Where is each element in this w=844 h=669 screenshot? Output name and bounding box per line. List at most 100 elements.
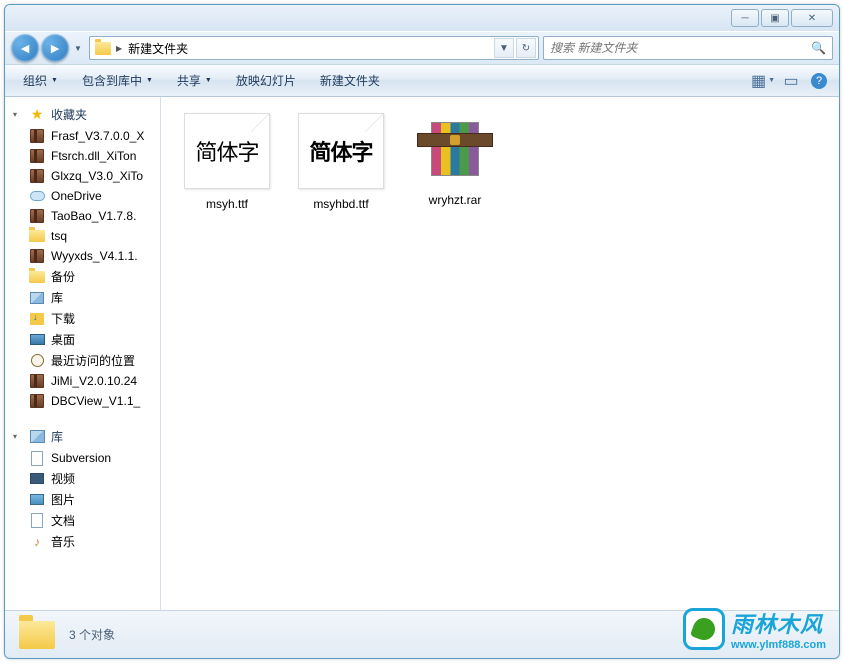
download-icon: [29, 311, 45, 327]
file-name: msyhbd.ttf: [313, 197, 368, 211]
watermark-title: 雨林木风: [731, 607, 826, 639]
file-item[interactable]: 简体字 msyh.ttf: [173, 109, 281, 215]
desktop-icon: [29, 332, 45, 348]
share-button[interactable]: 共享 ▼: [167, 68, 222, 93]
sidebar-item-label: 视频: [51, 470, 75, 487]
sidebar-item[interactable]: Glxzq_V3.0_XiTo: [5, 166, 160, 186]
sidebar-item[interactable]: 备份: [5, 266, 160, 287]
refresh-button[interactable]: ↻: [516, 38, 536, 58]
explorer-window: ─ ▣ ✕ ◄ ► ▼ ▶ 新建文件夹 ▼ ↻ 🔍 组织 ▼ 包含到库中▼ 共享 ▼…: [4, 4, 840, 659]
history-dropdown[interactable]: ▼: [71, 39, 85, 57]
folder-icon: [29, 269, 45, 285]
chevron-down-icon: ▼: [146, 77, 153, 84]
sidebar-item-label: 音乐: [51, 533, 75, 550]
organize-button[interactable]: 组织 ▼: [13, 68, 68, 93]
favorites-header[interactable]: ▾ ★ 收藏夹: [5, 103, 160, 126]
sidebar-item-label: 备份: [51, 268, 75, 285]
favorites-label: 收藏夹: [51, 106, 87, 123]
sidebar-item[interactable]: tsq: [5, 226, 160, 246]
view-mode-button[interactable]: ▦▼: [751, 69, 775, 93]
libraries-label: 库: [51, 428, 63, 445]
explorer-body: ▾ ★ 收藏夹 Frasf_V3.7.0.0_X Ftsrch.dll_XiTon…: [5, 97, 839, 610]
status-text: 3 个对象: [69, 626, 115, 643]
file-view[interactable]: 简体字 msyh.ttf 简体字 msyhbd.ttf wryhzt.rar: [161, 97, 839, 610]
titlebar: ─ ▣ ✕: [5, 5, 839, 31]
help-icon: ?: [811, 73, 827, 89]
address-bar[interactable]: ▶ 新建文件夹 ▼ ↻: [89, 36, 539, 60]
search-input[interactable]: [550, 41, 811, 55]
sidebar-item[interactable]: 下载: [5, 308, 160, 329]
chevron-down-icon: ▼: [768, 77, 775, 84]
rar-icon: [29, 128, 45, 144]
file-name: msyh.ttf: [206, 197, 248, 211]
chevron-down-icon: ▼: [205, 77, 212, 84]
preview-pane-button[interactable]: ▭: [779, 69, 803, 93]
sidebar-item[interactable]: DBCView_V1.1_: [5, 391, 160, 411]
rar-icon: [29, 248, 45, 264]
expand-icon: ▾: [13, 110, 23, 119]
font-thumbnail: 简体字: [184, 113, 270, 189]
sidebar-item[interactable]: OneDrive: [5, 186, 160, 206]
organize-label: 组织: [23, 72, 47, 89]
folder-icon: [29, 228, 45, 244]
file-item[interactable]: 简体字 msyhbd.ttf: [287, 109, 395, 215]
sidebar-item-label: Frasf_V3.7.0.0_X: [51, 129, 144, 143]
minimize-button[interactable]: ─: [731, 9, 759, 27]
rar-icon: [29, 373, 45, 389]
sidebar-item[interactable]: JiMi_V2.0.10.24: [5, 371, 160, 391]
rar-icon: [29, 168, 45, 184]
newfolder-button[interactable]: 新建文件夹: [310, 68, 390, 93]
help-button[interactable]: ?: [807, 69, 831, 93]
font-thumbnail: 简体字: [298, 113, 384, 189]
watermark-url: www.ylmf888.com: [731, 639, 826, 651]
sidebar-item-label: 图片: [51, 491, 75, 508]
rar-icon: [29, 208, 45, 224]
watermark: 雨林木风 www.ylmf888.com: [683, 607, 826, 651]
address-dropdown[interactable]: ▼: [494, 38, 514, 58]
view-icon: ▦: [751, 71, 766, 91]
close-button[interactable]: ✕: [791, 9, 833, 27]
expand-icon: ▾: [13, 432, 23, 441]
sidebar-item-label: Subversion: [51, 451, 111, 465]
share-label: 共享: [177, 72, 201, 89]
sidebar-item[interactable]: TaoBao_V1.7.8.: [5, 206, 160, 226]
file-item[interactable]: wryhzt.rar: [401, 109, 509, 211]
sidebar-item[interactable]: 文档: [5, 510, 160, 531]
search-box[interactable]: 🔍: [543, 36, 833, 60]
sidebar-item[interactable]: Ftsrch.dll_XiTon: [5, 146, 160, 166]
back-button[interactable]: ◄: [11, 34, 39, 62]
sidebar-item-label: tsq: [51, 229, 67, 243]
sidebar-item-label: 文档: [51, 512, 75, 529]
breadcrumb-current[interactable]: 新建文件夹: [122, 40, 195, 57]
sidebar-item-label: Ftsrch.dll_XiTon: [51, 149, 136, 163]
sidebar-item[interactable]: 桌面: [5, 329, 160, 350]
watermark-logo: [683, 608, 725, 650]
sidebar-item-label: DBCView_V1.1_: [51, 394, 140, 408]
music-icon: ♪: [29, 534, 45, 550]
forward-button[interactable]: ►: [41, 34, 69, 62]
include-button[interactable]: 包含到库中▼: [72, 68, 163, 93]
lib-icon: [29, 290, 45, 306]
search-icon: 🔍: [811, 41, 826, 55]
sidebar-item[interactable]: 最近访问的位置: [5, 350, 160, 371]
chevron-down-icon: ▼: [51, 77, 58, 84]
libraries-header[interactable]: ▾ 库: [5, 425, 160, 448]
sidebar-item[interactable]: 库: [5, 287, 160, 308]
maximize-button[interactable]: ▣: [761, 9, 789, 27]
sidebar-item[interactable]: Subversion: [5, 448, 160, 468]
sidebar-item[interactable]: Frasf_V3.7.0.0_X: [5, 126, 160, 146]
sidebar-item[interactable]: Wyyxds_V4.1.1.: [5, 246, 160, 266]
sidebar-item-label: Glxzq_V3.0_XiTo: [51, 169, 143, 183]
sidebar-item[interactable]: 图片: [5, 489, 160, 510]
sidebar-item[interactable]: ♪ 音乐: [5, 531, 160, 552]
svn-icon: [29, 450, 45, 466]
slideshow-button[interactable]: 放映幻灯片: [226, 68, 306, 93]
sidebar-item-label: 最近访问的位置: [51, 352, 135, 369]
onedrive-icon: [29, 188, 45, 204]
sidebar-item[interactable]: 视频: [5, 468, 160, 489]
vid-icon: [29, 471, 45, 487]
folder-icon: [19, 621, 55, 649]
rar-icon: [421, 113, 489, 185]
img-icon: [29, 492, 45, 508]
sidebar-item-label: 库: [51, 289, 63, 306]
